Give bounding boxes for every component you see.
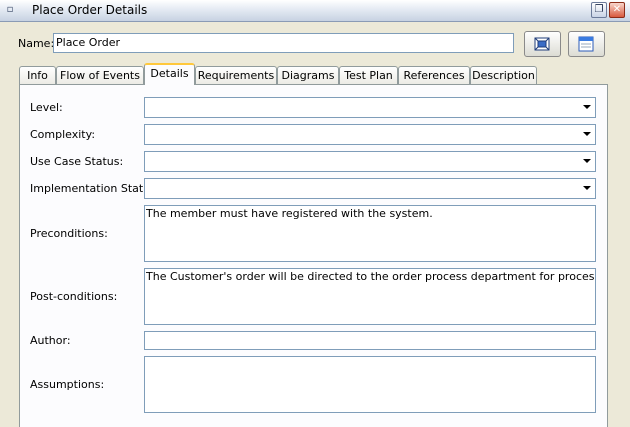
window-menu-icon[interactable]: ▫ bbox=[4, 4, 16, 16]
name-input[interactable]: Place Order bbox=[53, 33, 514, 53]
tab-test-plan[interactable]: Test Plan bbox=[339, 66, 398, 84]
implementation-status-label: Implementation Status: bbox=[30, 182, 160, 195]
place-order-details-window: ▫ Place Order Details ❐ ✕ Name: Place Or… bbox=[0, 0, 630, 427]
window-title: Place Order Details bbox=[32, 3, 148, 17]
complexity-dropdown[interactable] bbox=[144, 124, 596, 145]
window-button[interactable] bbox=[568, 31, 605, 57]
postconditions-textarea[interactable]: The Customer's order will be directed to… bbox=[144, 268, 596, 325]
title-bar[interactable]: ▫ Place Order Details ❐ ✕ bbox=[0, 0, 630, 22]
window-icon bbox=[578, 36, 594, 52]
chevron-down-icon[interactable] bbox=[583, 132, 591, 136]
use-case-status-dropdown[interactable] bbox=[144, 151, 596, 172]
author-label: Author: bbox=[30, 334, 71, 347]
level-label: Level: bbox=[30, 101, 63, 114]
postconditions-label: Post-conditions: bbox=[30, 290, 118, 303]
tab-diagrams[interactable]: Diagrams bbox=[277, 66, 339, 84]
chevron-down-icon[interactable] bbox=[583, 105, 591, 109]
chevron-down-icon[interactable] bbox=[583, 159, 591, 163]
tab-flow-of-events[interactable]: Flow of Events bbox=[56, 66, 144, 84]
tab-info[interactable]: Info bbox=[19, 66, 56, 84]
close-button[interactable]: ✕ bbox=[609, 2, 625, 18]
complexity-label: Complexity: bbox=[30, 128, 96, 141]
tab-requirements[interactable]: Requirements bbox=[195, 66, 277, 84]
preconditions-label: Preconditions: bbox=[30, 227, 108, 240]
preconditions-textarea[interactable]: The member must have registered with the… bbox=[144, 205, 596, 262]
fit-view-button[interactable] bbox=[524, 31, 561, 57]
author-input[interactable] bbox=[144, 331, 596, 350]
tab-description[interactable]: Description bbox=[470, 66, 537, 84]
chevron-down-icon[interactable] bbox=[583, 186, 591, 190]
tab-references[interactable]: References bbox=[398, 66, 470, 84]
fit-view-icon bbox=[534, 37, 550, 51]
assumptions-label: Assumptions: bbox=[30, 378, 105, 391]
restore-button[interactable]: ❐ bbox=[591, 2, 607, 18]
level-dropdown[interactable] bbox=[144, 97, 596, 118]
assumptions-textarea[interactable] bbox=[144, 356, 596, 413]
use-case-status-label: Use Case Status: bbox=[30, 155, 124, 168]
name-label: Name: bbox=[18, 37, 55, 50]
implementation-status-dropdown[interactable] bbox=[144, 178, 596, 199]
tab-details[interactable]: Details bbox=[144, 63, 195, 85]
